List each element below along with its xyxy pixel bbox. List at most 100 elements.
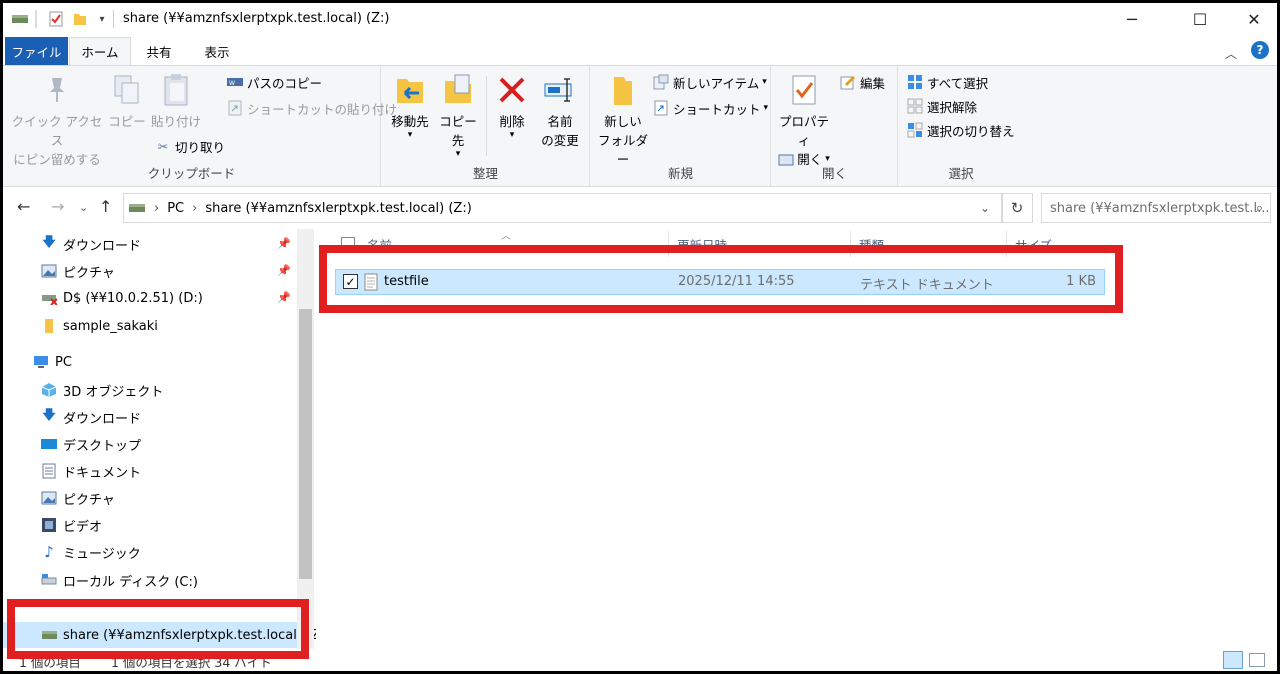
close-button[interactable]: ✕ [1231,3,1277,35]
nav-scrollbar[interactable] [297,229,314,649]
organize-group: 移動先 ▾ コピー先 ▾ 削除 ▾ 名前 の変更 整理 [382,66,590,186]
copy-path-button[interactable]: W パスのコピー [227,72,322,92]
nav-item-3d-objects[interactable]: 3D オブジェクト [3,377,297,403]
invert-selection-button[interactable]: 選択の切り替え [907,120,1015,140]
explorer-window: ▾ share (¥¥amznfsxlerptxpk.test.local) (… [3,3,1277,671]
nav-item-pc[interactable]: PC [3,349,297,375]
pin-icon[interactable]: 📌 [277,291,291,304]
column-header-type[interactable]: 種類 [853,231,1007,257]
nav-item-local-disk[interactable]: ローカル ディスク (C:) [3,567,297,593]
download-arrow-icon: 🡇 [42,235,56,250]
title-bar: ▾ share (¥¥amznfsxlerptxpk.test.local) (… [3,3,1277,35]
large-icons-view-icon[interactable] [1249,653,1265,667]
column-header-label: 名前 [367,237,393,253]
select-all-button[interactable]: すべて選択 [907,72,988,92]
pin-icon[interactable]: 📌 [277,264,291,277]
breadcrumb-share[interactable]: share (¥¥amznfsxlerptxpk.test.local) (Z:… [205,201,471,216]
delete-dropdown-icon: ▾ [509,130,515,140]
nav-item-pictures[interactable]: ピクチャ 📌 [3,258,297,284]
refresh-icon[interactable]: ↻ [1001,193,1033,223]
shortcut-button[interactable]: ショートカット ▾ [653,98,768,118]
address-bar[interactable]: › PC › share (¥¥amznfsxlerptxpk.test.loc… [123,193,1003,223]
nav-item-d-drive[interactable]: D$ (¥¥10.0.2.51) (D:) 📌 [3,285,297,311]
customize-quick-access-icon[interactable]: ▾ [93,10,111,28]
nav-item-share[interactable]: share (¥¥amznfsxlerptxpk.test.local) (Z:… [3,622,316,648]
music-icon: ♪ [44,543,54,561]
details-view-icon[interactable] [1223,651,1243,669]
select-none-icon [907,98,923,114]
tab-share[interactable]: 共有 [131,37,187,65]
drive-app-icon[interactable] [11,10,29,28]
pictures-icon [41,263,57,279]
copy-button[interactable]: コピー [107,72,147,131]
address-row: ← → ⌄ ↑ › PC › share (¥¥amznfsxlerptxpk.… [3,188,1277,228]
nav-item-pc-pictures[interactable]: ピクチャ [3,485,297,511]
paste-shortcut-button[interactable]: ショートカットの貼り付け [227,98,397,118]
cut-button[interactable]: ✂ 切り取り [155,136,225,156]
nav-item-videos[interactable]: ビデオ [3,512,297,538]
breadcrumb-pc[interactable]: PC [167,201,184,216]
tab-home[interactable]: ホーム [69,37,131,65]
nav-item-downloads[interactable]: 🡇 ダウンロード 📌 [3,231,297,257]
select-none-button[interactable]: 選択解除 [907,96,977,116]
column-header-label: 種類 [859,237,885,253]
table-row[interactable]: ✓ testfile 2025/12/11 14:55 テキスト ドキュメント … [335,269,1105,295]
paste-button[interactable]: 貼り付け [149,72,203,131]
nav-item-documents[interactable]: ドキュメント [3,458,297,484]
select-none-label: 選択解除 [927,99,978,115]
copy-icon [109,72,145,108]
address-dropdown-icon[interactable]: ⌄ [980,201,990,215]
invert-selection-label: 選択の切り替え [927,123,1015,139]
column-header-name[interactable]: 名前 [335,231,669,257]
properties-button[interactable]: プロパティ 開く ▾ [776,72,832,169]
copy-to-dropdown-icon: ▾ [455,149,461,159]
edit-button[interactable]: 編集 [840,72,885,92]
local-disk-icon [41,572,57,588]
window-title: share (¥¥amznfsxlerptxpk.test.local) (Z:… [123,11,390,26]
new-folder-quick-icon[interactable] [71,10,89,28]
new-folder-button[interactable]: 新しい フォルダー [595,72,651,169]
recent-locations-icon[interactable]: ⌄ [79,201,88,214]
breadcrumb-chevron-icon[interactable]: › [154,201,159,216]
rename-button[interactable]: 名前 の変更 [536,72,584,150]
search-input[interactable]: share (¥¥amznfsxlerptxpk.test.l... [1041,193,1271,223]
nav-item-label: ピクチャ [63,492,115,508]
nav-item-music[interactable]: ♪ ミュージック [3,539,297,565]
copy-to-icon [440,72,476,108]
folder-icon [41,318,57,334]
ribbon-tabs: ファイル ホーム 共有 表示 ︿ ? [3,35,1277,65]
search-icon[interactable]: ⌕ [1256,201,1263,216]
nav-item-pc-downloads[interactable]: 🡇 ダウンロード [3,404,297,430]
column-header-size[interactable]: サイズ [1009,231,1105,257]
nav-item-desktop[interactable]: デスクトップ [3,431,297,457]
move-to-button[interactable]: 移動先 ▾ [388,72,432,140]
nav-item-sample-sakaki[interactable]: sample_sakaki [3,313,297,339]
3d-objects-icon [41,382,57,398]
scrollbar-thumb[interactable] [299,309,312,579]
breadcrumb-chevron-icon[interactable]: › [192,201,197,216]
copy-to-button[interactable]: コピー先 ▾ [436,72,480,159]
network-drive-icon [41,627,57,643]
ribbon-collapse-icon[interactable]: ︿ [1225,45,1237,62]
help-icon[interactable]: ? [1251,41,1269,59]
paste-label: 貼り付け [150,114,201,129]
new-item-button[interactable]: 新しいアイテム ▾ [653,72,767,92]
maximize-button[interactable]: ☐ [1177,3,1223,35]
column-header-modified[interactable]: 更新日時 [671,231,851,257]
minimize-button[interactable]: ─ [1109,3,1155,35]
pin-quick-access-button[interactable]: クイック アクセス にピン留めする [9,72,105,169]
up-arrow-icon[interactable]: ↑ [99,197,112,216]
row-checkbox[interactable]: ✓ [343,274,358,289]
pin-icon[interactable]: 📌 [277,237,291,250]
rename-label-2: の変更 [541,133,579,148]
select-all-checkbox[interactable] [341,237,355,251]
back-arrow-icon[interactable]: ← [17,197,30,216]
delete-button[interactable]: 削除 ▾ [492,72,532,140]
tab-file[interactable]: ファイル [5,37,68,65]
properties-quick-icon[interactable] [47,10,65,28]
tab-view[interactable]: 表示 [189,37,245,65]
move-to-label: 移動先 [391,114,429,129]
forward-arrow-icon[interactable]: → [51,197,64,216]
navigation-pane: 🡇 ダウンロード 📌 ピクチャ 📌 D$ (¥¥10.0.2.51) (D:) … [3,229,316,649]
scissors-icon: ✂ [157,138,169,154]
